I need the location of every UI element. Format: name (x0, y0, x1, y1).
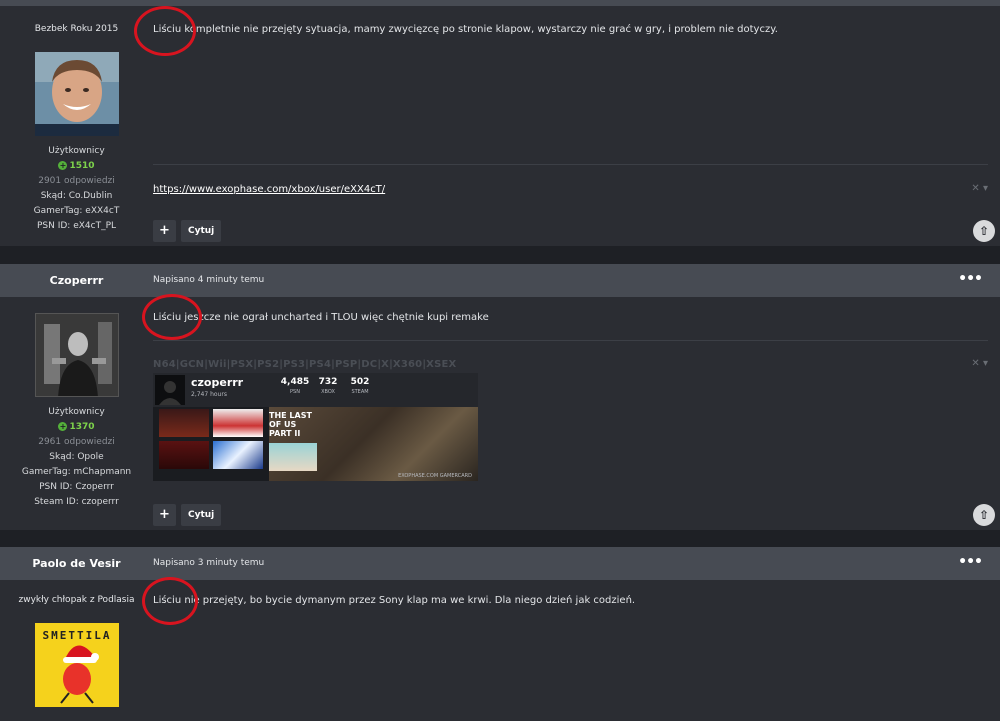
highlight-circle (142, 577, 198, 625)
reputation-plus-icon: + (58, 161, 68, 170)
quote-button[interactable]: Cytuj (181, 504, 222, 526)
gamercard-art-title: THE LAST OF US PART II (269, 411, 312, 438)
meta-psn: PSN ID: Czoperrr (39, 482, 114, 492)
author-name[interactable]: Paolo de Vesir (0, 547, 153, 580)
meta-gamertag: GamerTag: eXX4cT (33, 206, 120, 216)
user-group: Użytkownicy (48, 146, 105, 156)
signature-separator (153, 164, 988, 165)
highlight-circle (134, 6, 196, 56)
gamercard-avatar (155, 375, 185, 405)
user-group: Użytkownicy (48, 407, 105, 417)
signature-separator (153, 340, 988, 341)
post-3: Paolo de Vesir Napisano 3 minuty temu ••… (0, 547, 1000, 721)
replies-count: 2961 odpowiedzi (38, 437, 115, 447)
replies-count: 2901 odpowiedzi (38, 176, 115, 186)
avatar[interactable] (35, 52, 119, 136)
reputation: +1370 (58, 422, 95, 432)
post-text: Liściu kompletnie nie przejęty sytuacja,… (153, 24, 778, 35)
post-text: Liściu nie przejęty, bo bycie dymanym pr… (153, 595, 636, 606)
author-name[interactable]: Czoperrr (0, 264, 153, 297)
meta-psn: PSN ID: eX4cT_PL (36, 221, 117, 231)
post-2: Czoperrr Napisano 4 minuty temu ••• Użyt… (0, 264, 1000, 530)
gamercard-footer: EXOPHASE.COM GAMERCARD (398, 473, 472, 479)
scroll-to-top-icon[interactable]: ⇧ (973, 504, 995, 526)
reputation-plus-icon: + (58, 422, 68, 431)
post-date[interactable]: Napisano 3 minuty temu (153, 547, 264, 580)
post-menu-icon[interactable]: ••• (958, 264, 983, 294)
post-1: Bezbek Roku 2015 Użytkownicy +1510 2901 … (0, 0, 1000, 246)
meta-location: Skąd: Opole (49, 452, 104, 462)
author-info-2: Użytkownicy +1370 2961 odpowiedzi Skąd: … (0, 405, 153, 510)
avatar[interactable]: SMETTILA (35, 623, 119, 707)
post-header: Paolo de Vesir Napisano 3 minuty temu ••… (0, 547, 1000, 580)
game-tile (159, 441, 209, 469)
post-text: Liściu jeszcze nie ograł uncharted i TLO… (153, 312, 489, 323)
scroll-to-top-icon[interactable]: ⇧ (973, 220, 995, 242)
quote-button[interactable]: Cytuj (181, 220, 222, 242)
gamercard[interactable]: czoperrr 2,747 hours 4,485 PSN 732 XBOX … (153, 373, 478, 481)
gamercard-hours: 2,747 hours (191, 391, 227, 398)
post-date[interactable]: Napisano 4 minuty temu (153, 264, 264, 297)
game-tile (213, 441, 263, 469)
avatar[interactable] (35, 313, 119, 397)
post-1-header-edge (0, 0, 1000, 6)
signature-close-icon[interactable]: ✕ ▾ (971, 358, 988, 369)
author-panel-3: zwykły chłopak z Podlasia (0, 593, 153, 608)
highlight-circle (142, 294, 202, 340)
meta-gamertag: GamerTag: mChapmann (21, 467, 132, 477)
signature-close-icon[interactable]: ✕ ▾ (971, 183, 988, 194)
meta-steam: Steam ID: czoperrr (34, 497, 119, 507)
game-tile (159, 409, 209, 437)
signature-consoles: N64|GCN|Wii|PSX|PS2|PS3|PS4|PSP|DC|X|X36… (153, 359, 457, 370)
game-tile (269, 443, 317, 471)
signature-link[interactable]: https://www.exophase.com/xbox/user/eXX4c… (153, 184, 385, 195)
game-tile (213, 409, 263, 437)
meta-location: Skąd: Co.Dublin (40, 191, 113, 201)
author-panel-1: Bezbek Roku 2015 (0, 22, 153, 37)
author-title: Bezbek Roku 2015 (34, 24, 119, 34)
add-reaction-button[interactable]: + (153, 504, 176, 526)
author-title: zwykły chłopak z Podlasia (18, 595, 135, 605)
gamercard-name: czoperrr (191, 376, 244, 389)
post-menu-icon[interactable]: ••• (958, 547, 983, 577)
post-header: Czoperrr Napisano 4 minuty temu ••• (0, 264, 1000, 297)
add-reaction-button[interactable]: + (153, 220, 176, 242)
reputation: +1510 (58, 161, 95, 171)
gamercard-stat-steam: 502 STEAM (350, 377, 370, 395)
author-info-1: Użytkownicy +1510 2901 odpowiedzi Skąd: … (0, 144, 153, 234)
avatar-text: SMETTILA (42, 629, 112, 642)
